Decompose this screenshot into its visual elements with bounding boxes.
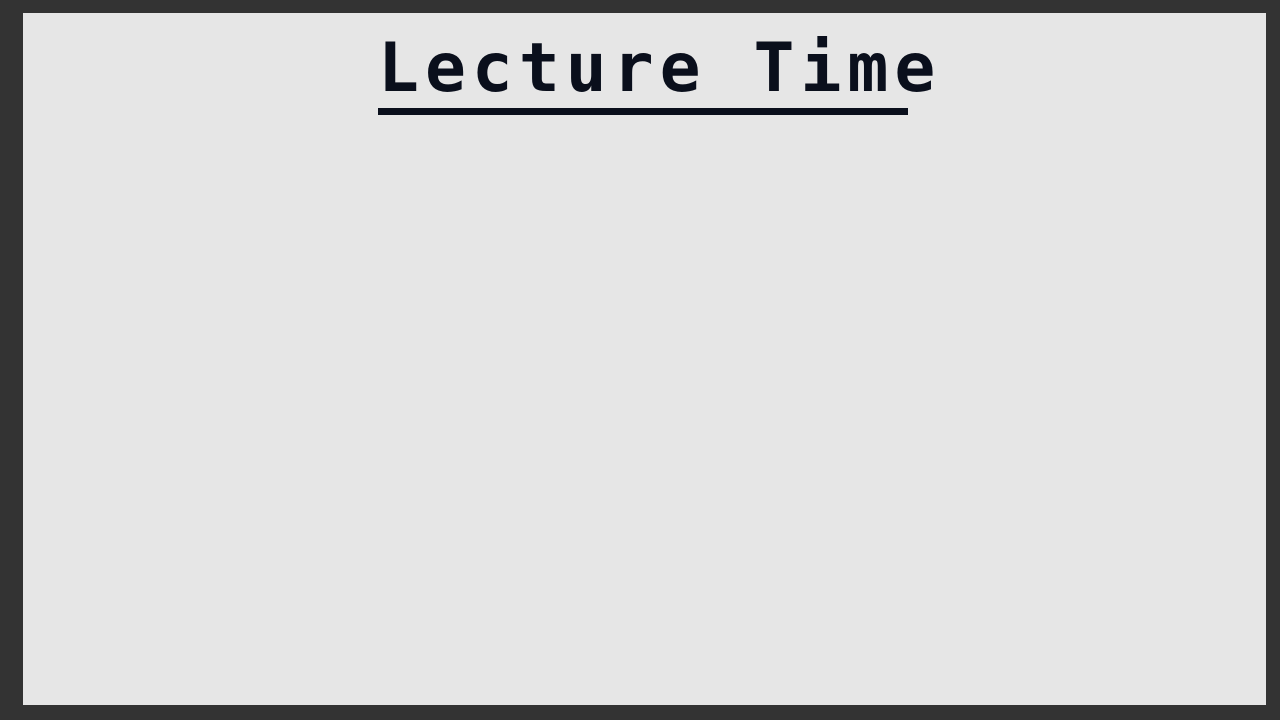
lecture-board: Lecture Time — [23, 13, 1266, 705]
board-content-area — [23, 123, 1266, 705]
screen-frame: Lecture Time — [0, 0, 1280, 720]
title-underline — [378, 108, 908, 115]
title-block: Lecture Time — [378, 29, 942, 118]
board-title: Lecture Time — [378, 29, 942, 108]
